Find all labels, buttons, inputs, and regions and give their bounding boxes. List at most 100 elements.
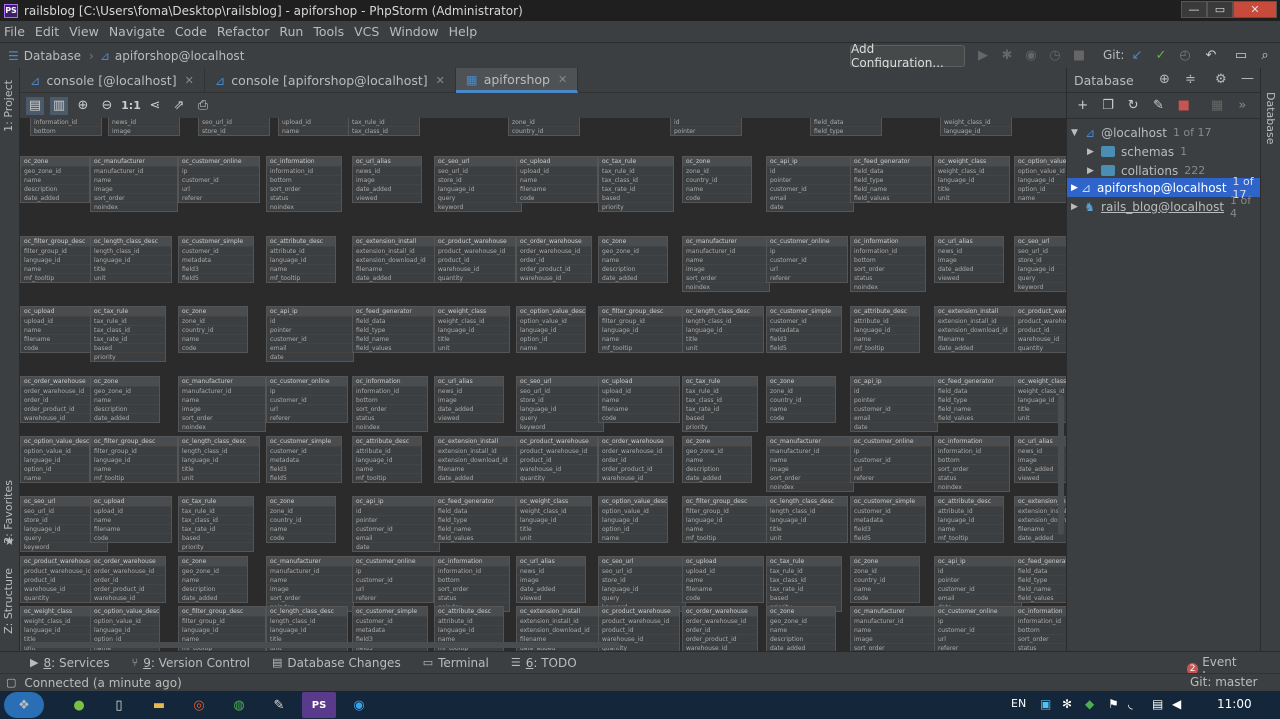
maximize-icon[interactable]: ▭	[1207, 1, 1233, 18]
db-table-card[interactable]: oc_attribute_desc attribute_id language_id…	[352, 436, 422, 483]
db-table-card[interactable]: oc_seo_url seo_url_id store_id language_id q…	[516, 376, 604, 432]
db-table-card[interactable]: oc_customer_simple customer_id metadata fie…	[266, 436, 342, 483]
menu-tools[interactable]: Tools	[313, 24, 344, 39]
menu-window[interactable]: Window	[389, 24, 438, 39]
db-table-card[interactable]: weight_class_id language_id	[940, 118, 1012, 136]
db-table-card[interactable]: oc_zone zone_id country_id name code	[266, 496, 336, 543]
db-table-card[interactable]: oc_zone geo_zone_id name description date_ad…	[766, 606, 836, 651]
db-table-card[interactable]: oc_filter_group_desc filter_group_id langu…	[682, 496, 770, 543]
tree-row-localhost[interactable]: ▼ ⊿ @localhost 1 of 17	[1067, 123, 1260, 142]
db-table-card[interactable]: oc_length_class_desc length_class_id langu…	[178, 436, 260, 483]
db-table-card[interactable]: oc_zone zone_id country_id name code	[850, 556, 920, 603]
db-table-card[interactable]: oc_manufacturer manufacturer_id name image s…	[90, 156, 178, 212]
structure-tool-tab[interactable]: Z: Structure	[2, 568, 15, 634]
services-tool-button[interactable]: ▶ 8: Services	[30, 656, 110, 670]
db-table-card[interactable]: oc_order_warehouse order_warehouse_id orde…	[598, 436, 674, 483]
db-table-card[interactable]: oc_zone geo_zone_id name description date_ad…	[598, 236, 668, 283]
layout-icon[interactable]: ▭	[1233, 47, 1249, 63]
coverage-icon[interactable]: ◉	[1023, 47, 1039, 63]
db-table-card[interactable]: oc_information information_id bottom sort_o…	[850, 236, 926, 292]
db-table-card[interactable]: news_id image	[108, 118, 180, 136]
tool-app-icon[interactable]: ◎	[182, 692, 216, 718]
layout-icon[interactable]: ⋖	[146, 97, 164, 115]
db-table-card[interactable]: oc_zone zone_id country_id name code	[682, 156, 752, 203]
menu-edit[interactable]: Edit	[35, 24, 59, 39]
db-table-card[interactable]: oc_tax_rule tax_rule_id tax_class_id tax_ra…	[178, 496, 254, 552]
chrome-icon[interactable]: ◍	[222, 692, 256, 718]
horizontal-scrollbar[interactable]	[30, 642, 620, 648]
db-table-card[interactable]: oc_api_ipidpointercustomer_idemaildate	[766, 156, 854, 212]
db-table-card[interactable]: oc_filter_group_desc filter_group_id langu…	[598, 306, 686, 353]
git-history-icon[interactable]: ◴	[1177, 47, 1193, 63]
db-table-card[interactable]: oc_information information_id bottom sort_o…	[266, 156, 342, 212]
explorer-icon[interactable]: ▬	[142, 692, 176, 718]
db-table-card[interactable]: oc_option_value_descoption_value_idlangu…	[20, 436, 90, 483]
db-table-card[interactable]: oc_information information_id bottom sort_o…	[934, 436, 1010, 492]
db-table-card[interactable]: oc_length_class_desc length_class_id langu…	[90, 236, 172, 283]
tray-shield-icon[interactable]: ◆	[1085, 697, 1094, 711]
status-box-icon[interactable]: ▢	[6, 676, 16, 689]
language-indicator[interactable]: EN	[1011, 697, 1026, 710]
tree-row-schemas[interactable]: ▶ schemas 1	[1067, 142, 1260, 161]
gear-icon[interactable]: ⚙	[1215, 72, 1227, 87]
tray-app-icon[interactable]: ▣	[1040, 697, 1051, 711]
print-icon[interactable]: ⎙	[194, 97, 212, 115]
db-table-card[interactable]: oc_attribute_desc attribute_id language_id…	[850, 306, 920, 353]
vertical-scrollbar[interactable]	[1058, 395, 1064, 535]
menu-refactor[interactable]: Refactor	[217, 24, 269, 39]
add-configuration-button[interactable]: Add Configuration...	[850, 42, 965, 70]
table-icon[interactable]: ▦	[1209, 98, 1224, 114]
db-table-card[interactable]: oc_option_value_descoption_value_idlangu…	[1014, 156, 1066, 203]
phpstorm-taskbar-icon[interactable]: PS	[302, 692, 336, 718]
tab-console-apiforshop[interactable]: ⊿ console [apiforshop@localhost] ✕	[205, 68, 456, 93]
file-icon[interactable]: ▯	[102, 692, 136, 718]
db-table-card[interactable]: oc_customer_online ip customer_id url refere…	[178, 156, 260, 203]
db-table-card[interactable]: oc_zone zone_id country_id name code	[766, 376, 836, 423]
actual-size-button[interactable]: 1:1	[121, 97, 141, 115]
tree-row-rails-blog[interactable]: ▶ ♞ rails_blog@localhost 1 of 4	[1067, 194, 1260, 220]
db-table-card[interactable]: seo_url_id store_id	[198, 118, 270, 136]
db-table-card[interactable]: oc_order_warehouse order_warehouse_id orde…	[682, 606, 758, 651]
menu-navigate[interactable]: Navigate	[109, 24, 165, 39]
db-table-card[interactable]: oc_zone zone_id country_id name code	[178, 306, 248, 353]
db-table-card[interactable]: oc_zone geo_zone_id name description date_ad…	[682, 436, 752, 483]
tab-apiforshop-diagram[interactable]: ▦ apiforshop ✕	[455, 68, 579, 93]
db-table-card[interactable]: oc_upload upload_id name filename code	[682, 556, 764, 603]
more-icon[interactable]: »	[1235, 98, 1250, 114]
db-table-card[interactable]: oc_feed_generatorfield_datafield_typefie…	[352, 306, 434, 353]
db-table-card[interactable]: oc_zone geo_zone_id name description date_ad…	[90, 376, 160, 423]
db-table-card[interactable]: oc_feed_generatorfield_datafield_typefie…	[434, 496, 516, 543]
db-table-card[interactable]: oc_order_warehouse order_warehouse_id orde…	[516, 236, 592, 283]
db-table-card[interactable]: oc_tax_rule tax_rule_id tax_class_id tax_ra…	[598, 156, 674, 212]
db-table-card[interactable]: oc_extension_installextension_install_id…	[934, 306, 1022, 353]
tray-network-icon[interactable]: ▤	[1152, 697, 1163, 711]
db-table-card[interactable]: oc_information information_id bottom sort_o…	[1014, 606, 1066, 651]
db-table-card[interactable]: oc_length_class_desc length_class_id langu…	[766, 496, 848, 543]
db-table-card[interactable]: oc_manufacturer manufacturer_id name image s…	[178, 376, 266, 432]
close-tab-icon[interactable]: ✕	[436, 74, 445, 87]
db-table-card[interactable]: oc_attribute_desc attribute_id language_id…	[266, 236, 336, 283]
minimize-icon[interactable]: —	[1181, 1, 1207, 18]
app-icon-hs[interactable]: ●	[62, 692, 96, 718]
close-tab-icon[interactable]: ✕	[185, 74, 194, 87]
git-branch[interactable]: Git: master	[1190, 675, 1258, 689]
db-table-card[interactable]: oc_weight_class weight_class_id language_i…	[516, 496, 592, 543]
db-table-card[interactable]: oc_tax_rule tax_rule_id tax_class_id tax_ra…	[766, 556, 842, 612]
expand-arrow-icon[interactable]: ▶	[1087, 166, 1101, 176]
db-table-card[interactable]: oc_tax_rule tax_rule_id tax_class_id tax_ra…	[90, 306, 166, 362]
refresh-icon[interactable]: ↻	[1126, 98, 1141, 114]
zoom-in-icon[interactable]: ⊕	[74, 97, 92, 115]
db-table-card[interactable]: oc_upload upload_id name filename code	[516, 156, 598, 203]
db-table-card[interactable]: oc_api_ipidpointercustomer_idemaildate	[352, 496, 440, 552]
db-table-card[interactable]: oc_length_class_desc length_class_id langu…	[682, 306, 764, 353]
close-icon[interactable]: ✕	[1233, 1, 1277, 18]
database-tool-tab[interactable]: Database	[1264, 92, 1277, 145]
db-table-card[interactable]: oc_url_alias news_id image date_added viewed	[434, 376, 504, 423]
show-columns-icon[interactable]: ▤	[26, 96, 44, 115]
db-table-card[interactable]: oc_feed_generatorfield_datafield_typefie…	[850, 156, 932, 203]
db-table-card[interactable]: oc_information information_id bottom sort_o…	[434, 556, 510, 612]
db-table-card[interactable]: oc_option_value_descoption_value_idlangu…	[516, 306, 586, 353]
db-table-card[interactable]: upload_id name	[278, 118, 350, 136]
breadcrumb-database[interactable]: ☰ Database	[8, 49, 81, 63]
db-table-card[interactable]: oc_zone geo_zone_id name description date_ad…	[20, 156, 90, 203]
